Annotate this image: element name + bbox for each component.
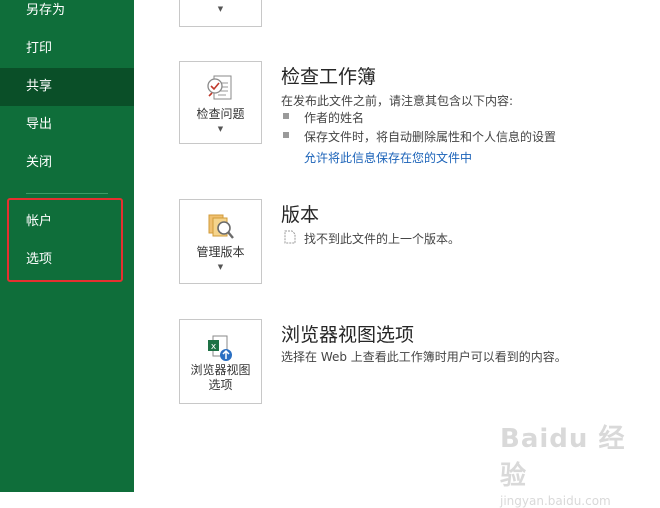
nav-divider [26, 193, 108, 194]
watermark-brand: Baidu 经验 [500, 424, 626, 491]
nav-close[interactable]: 关闭 [0, 144, 134, 182]
svg-text:x: x [210, 342, 216, 352]
nav-print[interactable]: 打印 [0, 30, 134, 68]
check-for-issues-label: 检查问题 [196, 107, 245, 121]
versions-title: 版本 [281, 204, 320, 226]
manage-versions-button[interactable]: 管理版本 ▼ [179, 199, 262, 284]
versions-status: 找不到此文件的上一个版本。 [304, 232, 461, 246]
chevron-down-icon: ▼ [217, 263, 224, 271]
browser-view-options-button[interactable]: x 浏览器视图 选项 [179, 319, 262, 404]
watermark-url: jingyan.baidu.com [500, 494, 611, 508]
inspect-bullet-author: 作者的姓名 [304, 111, 365, 125]
bullet-icon [283, 132, 289, 138]
inspect-document-icon [206, 75, 231, 100]
browser-view-description: 选择在 Web 上查看此工作簿时用户可以看到的内容。 [281, 350, 567, 364]
allow-save-info-link[interactable]: 允许将此信息保存在您的文件中 [304, 149, 472, 166]
baidu-watermark: Baidu 经验 jingyan.baidu.com [500, 418, 650, 508]
check-for-issues-button[interactable]: 检查问题 ▼ [179, 61, 262, 144]
nav-share[interactable]: 共享 [0, 68, 134, 106]
nav-save-as[interactable]: 另存为 [0, 0, 134, 30]
excel-web-icon: x [207, 335, 232, 361]
browser-view-label-line1: 浏览器视图 [190, 363, 251, 377]
inspect-description: 在发布此文件之前，请注意其包含以下内容: [281, 94, 514, 108]
manage-versions-label: 管理版本 [196, 245, 245, 259]
inspect-bullet-properties: 保存文件时，将自动删除属性和个人信息的设置 [304, 130, 557, 144]
top-tile-button[interactable]: ▼ [179, 0, 262, 27]
browser-view-title: 浏览器视图选项 [281, 324, 415, 346]
manage-versions-icon [208, 214, 234, 239]
document-icon [284, 230, 296, 244]
bullet-icon [283, 113, 289, 119]
chevron-down-icon: ▼ [217, 5, 224, 13]
chevron-down-icon: ▼ [217, 125, 224, 133]
backstage-sidebar: 另存为 打印 共享 导出 关闭 帐户 选项 [0, 0, 134, 492]
nav-export[interactable]: 导出 [0, 106, 134, 144]
browser-view-label-line2: 选项 [208, 378, 233, 392]
inspect-workbook-title: 检查工作簿 [281, 66, 377, 88]
highlight-annotation [7, 198, 123, 282]
